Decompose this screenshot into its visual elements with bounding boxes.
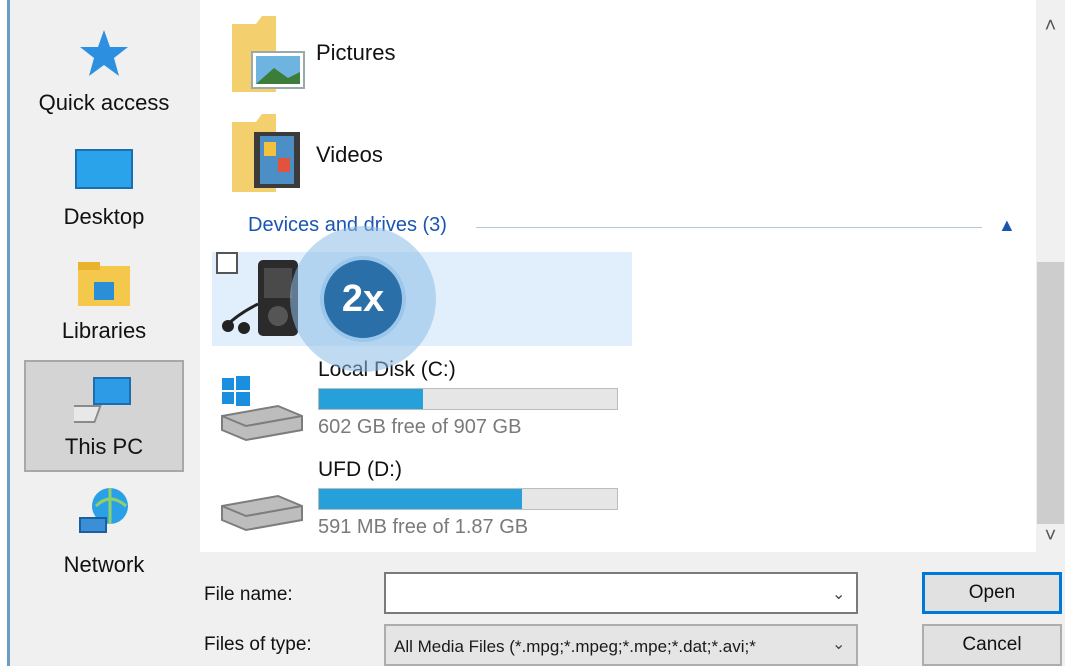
- file-name-label: File name:: [204, 584, 293, 605]
- desktop-icon: [75, 149, 133, 189]
- file-type-value: All Media Files (*.mpg;*.mpeg;*.mpe;*.da…: [394, 637, 756, 656]
- folder-name: Videos: [316, 142, 383, 167]
- open-button[interactable]: Open: [922, 572, 1062, 614]
- sidebar-item-quick-access[interactable]: Quick access: [24, 18, 184, 130]
- sidebar-item-network[interactable]: Network: [24, 474, 184, 586]
- usb-drive-icon: [221, 494, 303, 532]
- sidebar-item-libraries[interactable]: Libraries: [24, 246, 184, 358]
- sidebar-item-this-pc[interactable]: This PC: [24, 360, 184, 472]
- pictures-folder-icon: [232, 16, 305, 92]
- chevron-down-icon[interactable]: ⌄: [832, 634, 845, 654]
- sidebar-item-label: Quick access: [38, 90, 170, 115]
- drive-usage-bar: [318, 488, 618, 510]
- group-divider: [476, 227, 982, 228]
- window-left-edge: [0, 0, 10, 666]
- open-file-dialog: Quick access Desktop Libraries This PC N…: [0, 0, 1065, 666]
- drive-name: UFD (D:): [318, 458, 402, 481]
- sidebar-item-label: Network: [63, 552, 145, 577]
- files-of-type-label: Files of type:: [204, 634, 312, 655]
- drive-usage-fill: [319, 489, 522, 509]
- folder-item-videos[interactable]: Videos: [230, 112, 730, 196]
- zoom-badge: 2x: [320, 256, 406, 342]
- file-type-select[interactable]: All Media Files (*.mpg;*.mpeg;*.mpe;*.da…: [384, 624, 858, 666]
- sidebar-item-label: Desktop: [63, 204, 145, 229]
- network-icon: [79, 488, 128, 533]
- scrollbar-thumb[interactable]: [1037, 262, 1064, 524]
- drive-usage-bar: [318, 388, 618, 410]
- cancel-button[interactable]: Cancel: [922, 624, 1062, 666]
- drive-usage-fill: [319, 389, 424, 409]
- drive-free-space: 602 GB free of 907 GB: [318, 416, 522, 438]
- scroll-down-arrow-icon[interactable]: ˅: [1036, 520, 1065, 552]
- file-name-input[interactable]: [384, 572, 858, 614]
- libraries-icon: [78, 262, 130, 306]
- computer-icon: [74, 377, 131, 423]
- collapse-chevron-icon[interactable]: ▲: [998, 215, 1016, 236]
- scroll-up-arrow-icon[interactable]: ˄: [1036, 8, 1065, 44]
- sidebar-item-desktop[interactable]: Desktop: [24, 132, 184, 244]
- folder-item-pictures[interactable]: Pictures: [230, 12, 730, 96]
- navigation-sidebar: Quick access Desktop Libraries This PC N…: [14, 0, 194, 577]
- sidebar-item-label: Libraries: [61, 318, 147, 343]
- drive-item-c[interactable]: Local Disk (C:) 602 GB free of 907 GB: [218, 358, 638, 450]
- star-icon: [80, 30, 128, 76]
- folder-name: Pictures: [316, 40, 396, 65]
- chevron-down-icon[interactable]: ⌄: [832, 584, 845, 604]
- videos-folder-icon: [232, 114, 300, 192]
- drive-item-d[interactable]: UFD (D:) 591 MB free of 1.87 GB: [218, 458, 638, 550]
- drive-free-space: 591 MB free of 1.87 GB: [318, 516, 529, 538]
- sidebar-item-label: This PC: [64, 434, 144, 459]
- windows-drive-icon: [221, 376, 303, 442]
